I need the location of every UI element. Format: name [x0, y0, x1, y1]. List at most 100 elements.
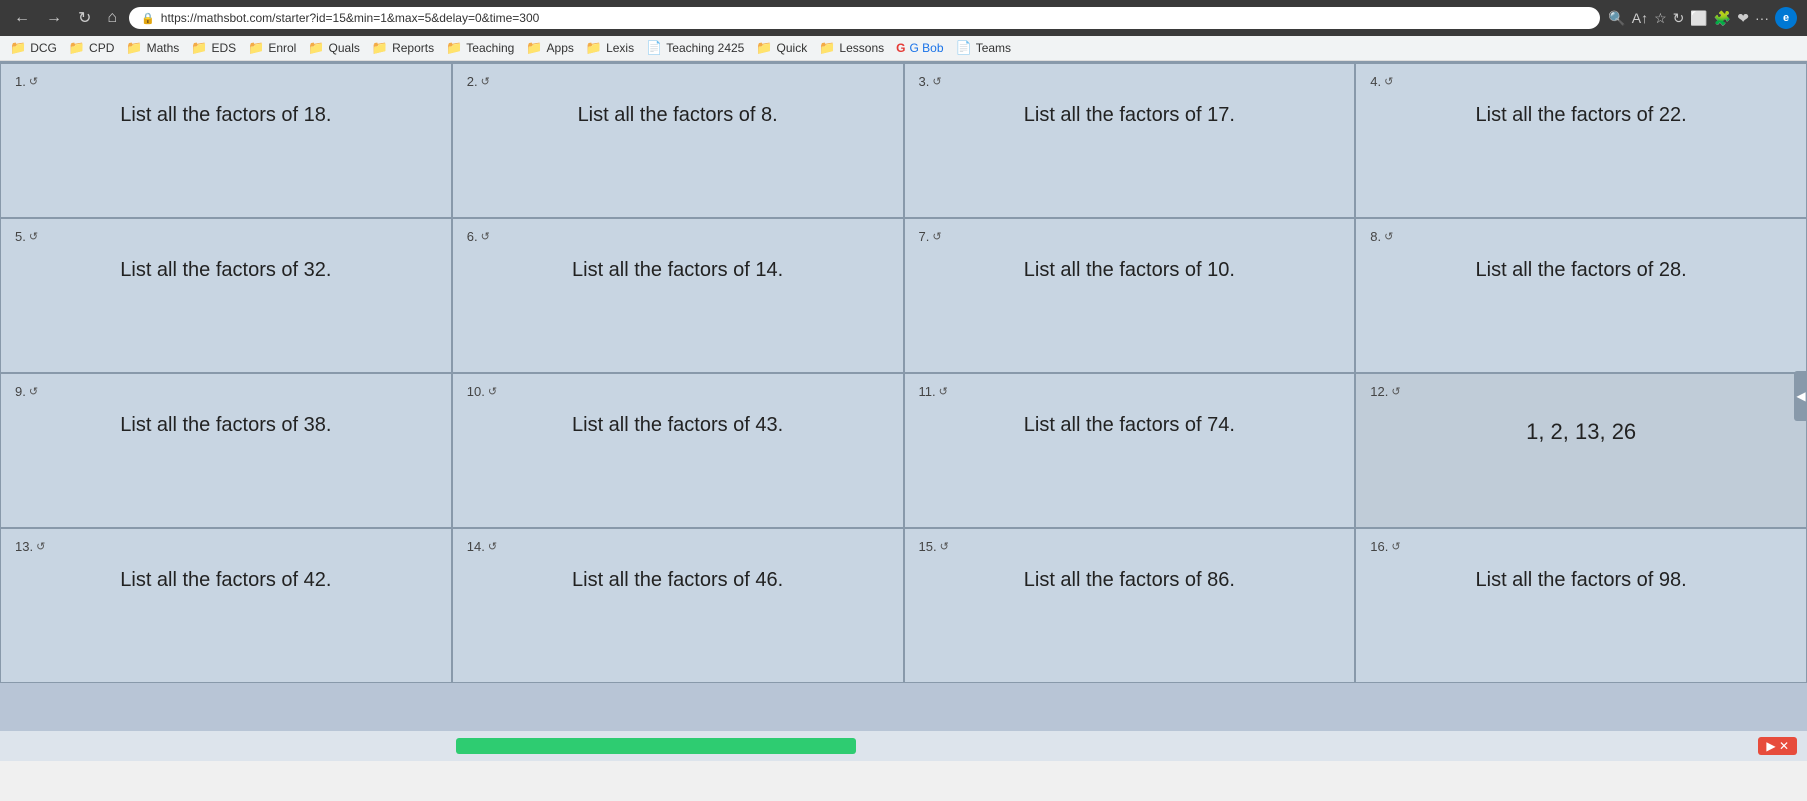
bookmark-eds[interactable]: 📁 EDS	[191, 40, 236, 56]
card-number-1: 1. ↺	[15, 74, 437, 89]
refresh-icon-2[interactable]: ↺	[481, 75, 490, 88]
card-text-15: List all the factors of 86.	[919, 569, 1341, 592]
bookmark-cpd-label: CPD	[89, 41, 114, 55]
bookmark-lexis[interactable]: 📁 Lexis	[586, 40, 634, 56]
bookmark-gbob-label: G Bob	[909, 41, 943, 55]
search-icon[interactable]: 🔍	[1608, 10, 1625, 27]
bookmark-eds-label: EDS	[211, 41, 236, 55]
card-num-label: 14.	[467, 539, 485, 554]
refresh-icon-6[interactable]: ↺	[481, 230, 490, 243]
bottom-bar: ▶ ✕	[0, 731, 1807, 761]
bookmark-gbob[interactable]: G G Bob	[896, 41, 943, 55]
refresh-icon-12[interactable]: ↺	[1391, 385, 1400, 398]
refresh-icon-13[interactable]: ↺	[36, 540, 45, 553]
back-button[interactable]: ←	[10, 7, 34, 29]
question-card-15: 15. ↺ List all the factors of 86.	[904, 528, 1356, 683]
folder-icon: 📁	[248, 40, 264, 56]
bookmark-quick-label: Quick	[777, 41, 808, 55]
card-number-2: 2. ↺	[467, 74, 889, 89]
forward-button[interactable]: →	[42, 7, 66, 29]
refresh-icon-14[interactable]: ↺	[488, 540, 497, 553]
bookmark-maths[interactable]: 📁 Maths	[126, 40, 179, 56]
card-num-label: 9.	[15, 384, 26, 399]
tab-icon[interactable]: ⬜	[1690, 10, 1707, 27]
refresh-icon-10[interactable]: ↺	[488, 385, 497, 398]
card-num-label: 11.	[919, 384, 936, 399]
address-bar[interactable]: 🔒 https://mathsbot.com/starter?id=15&min…	[129, 7, 1600, 29]
folder-icon: 📁	[819, 40, 835, 56]
refresh-button[interactable]: ↻	[74, 6, 95, 30]
bookmark-enrol[interactable]: 📁 Enrol	[248, 40, 296, 56]
question-card-3: 3. ↺ List all the factors of 17.	[904, 63, 1356, 218]
question-card-1: 1. ↺ List all the factors of 18.	[0, 63, 452, 218]
folder-icon: 📁	[69, 40, 85, 56]
card-text-8: List all the factors of 28.	[1370, 259, 1792, 282]
home-button[interactable]: ⌂	[103, 7, 121, 29]
bookmark-lessons[interactable]: 📁 Lessons	[819, 40, 884, 56]
question-card-6: 6. ↺ List all the factors of 14.	[452, 218, 904, 373]
question-card-10: 10. ↺ List all the factors of 43.	[452, 373, 904, 528]
bookmark-quick[interactable]: 📁 Quick	[756, 40, 807, 56]
browser-chrome: ← → ↻ ⌂ 🔒 https://mathsbot.com/starter?i…	[0, 0, 1807, 36]
card-num-label: 3.	[919, 74, 930, 89]
bookmark-dcg-label: DCG	[30, 41, 57, 55]
card-number-5: 5. ↺	[15, 229, 437, 244]
bookmark-teams[interactable]: 📄 Teams	[956, 40, 1012, 56]
question-card-14: 14. ↺ List all the factors of 46.	[452, 528, 904, 683]
folder-icon: 📁	[308, 40, 324, 56]
read-aloud-icon[interactable]: A↑	[1632, 10, 1648, 26]
bookmark-maths-label: Maths	[147, 41, 180, 55]
refresh-icon-16[interactable]: ↺	[1391, 540, 1400, 553]
more-icon[interactable]: ···	[1755, 10, 1769, 26]
card-text-10: List all the factors of 43.	[467, 414, 889, 437]
extension-icon[interactable]: 🧩	[1714, 10, 1731, 27]
card-text-9: List all the factors of 38.	[15, 414, 437, 437]
card-number-8: 8. ↺	[1370, 229, 1792, 244]
bookmark-quals[interactable]: 📁 Quals	[308, 40, 360, 56]
card-number-15: 15. ↺	[919, 539, 1341, 554]
refresh2-icon[interactable]: ↻	[1673, 10, 1685, 27]
card-number-7: 7. ↺	[919, 229, 1341, 244]
folder-icon: 📁	[526, 40, 542, 56]
refresh-icon-3[interactable]: ↺	[932, 75, 941, 88]
question-card-5: 5. ↺ List all the factors of 32.	[0, 218, 452, 373]
bookmark-teaching2425[interactable]: 📄 Teaching 2425	[646, 40, 744, 56]
folder-icon: 📁	[586, 40, 602, 56]
card-text-6: List all the factors of 14.	[467, 259, 889, 282]
card-number-16: 16. ↺	[1370, 539, 1792, 554]
progress-bar	[456, 738, 856, 754]
card-number-4: 4. ↺	[1370, 74, 1792, 89]
bookmark-teaching[interactable]: 📁 Teaching	[446, 40, 514, 56]
card-num-label: 4.	[1370, 74, 1381, 89]
refresh-icon-1[interactable]: ↺	[29, 75, 38, 88]
folder-icon: 📁	[372, 40, 388, 56]
favorites-icon[interactable]: ☆	[1654, 10, 1667, 27]
refresh-icon-4[interactable]: ↺	[1384, 75, 1393, 88]
heart-icon[interactable]: ❤	[1737, 10, 1749, 27]
bookmark-quals-label: Quals	[329, 41, 360, 55]
question-card-12: 12. ↺ 1, 2, 13, 26 + − ⤢ ✕	[1355, 373, 1807, 528]
card-text-14: List all the factors of 46.	[467, 569, 889, 592]
card-num-label: 6.	[467, 229, 478, 244]
bookmark-reports-label: Reports	[392, 41, 434, 55]
collapse-panel-button[interactable]: ◀	[1794, 371, 1807, 421]
card-text-13: List all the factors of 42.	[15, 569, 437, 592]
bookmark-apps[interactable]: 📁 Apps	[526, 40, 574, 56]
card-text-3: List all the factors of 17.	[919, 104, 1341, 127]
card-number-6: 6. ↺	[467, 229, 889, 244]
bookmark-reports[interactable]: 📁 Reports	[372, 40, 434, 56]
bookmark-cpd[interactable]: 📁 CPD	[69, 40, 115, 56]
bookmark-apps-label: Apps	[547, 41, 574, 55]
refresh-icon-7[interactable]: ↺	[932, 230, 941, 243]
card-number-10: 10. ↺	[467, 384, 889, 399]
refresh-icon-11[interactable]: ↺	[939, 385, 948, 398]
refresh-icon-8[interactable]: ↺	[1384, 230, 1393, 243]
question-card-13: 13. ↺ List all the factors of 42.	[0, 528, 452, 683]
stop-button[interactable]: ▶ ✕	[1758, 737, 1797, 755]
refresh-icon-9[interactable]: ↺	[29, 385, 38, 398]
refresh-icon-5[interactable]: ↺	[29, 230, 38, 243]
refresh-icon-15[interactable]: ↺	[940, 540, 949, 553]
bookmark-dcg[interactable]: 📁 DCG	[10, 40, 57, 56]
card-number-3: 3. ↺	[919, 74, 1341, 89]
folder-icon: 📁	[126, 40, 142, 56]
